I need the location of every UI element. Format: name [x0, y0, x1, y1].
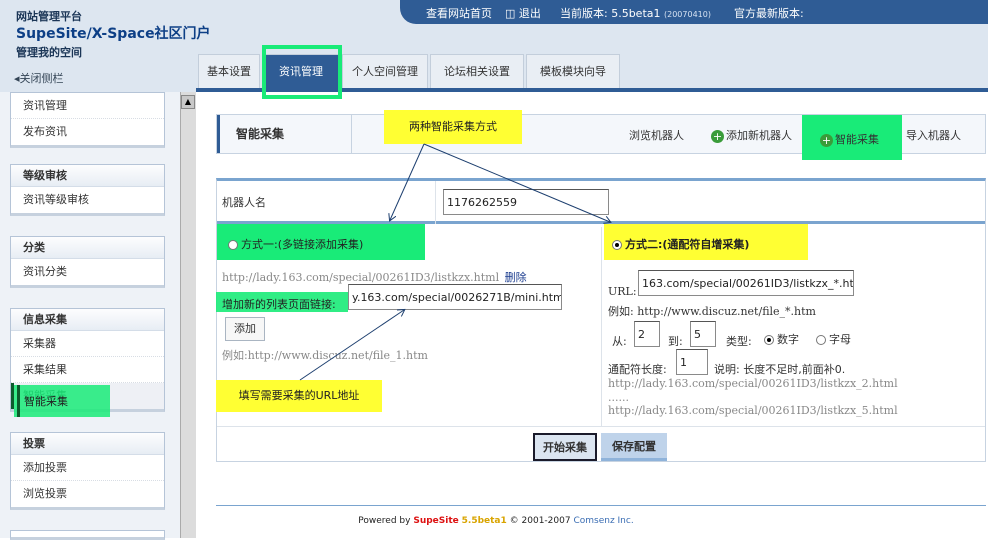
footer-supe: Supe — [413, 516, 439, 526]
footer-site: Site — [438, 516, 459, 526]
arrow-to-method-one — [390, 143, 425, 220]
annotation-arrows — [299, 143, 988, 381]
footer: Powered by SupeSite 5.5beta1 © 2001-2007… — [216, 516, 776, 526]
arrow-to-url-input — [299, 310, 404, 381]
footer-powered: Powered by — [358, 516, 411, 526]
arrow-to-method-two — [423, 143, 610, 222]
footer-divider — [216, 505, 986, 506]
footer-company[interactable]: Comsenz Inc. — [573, 516, 633, 526]
footer-version: 5.5beta1 — [461, 516, 507, 526]
footer-copyright: © 2001-2007 — [509, 516, 571, 526]
